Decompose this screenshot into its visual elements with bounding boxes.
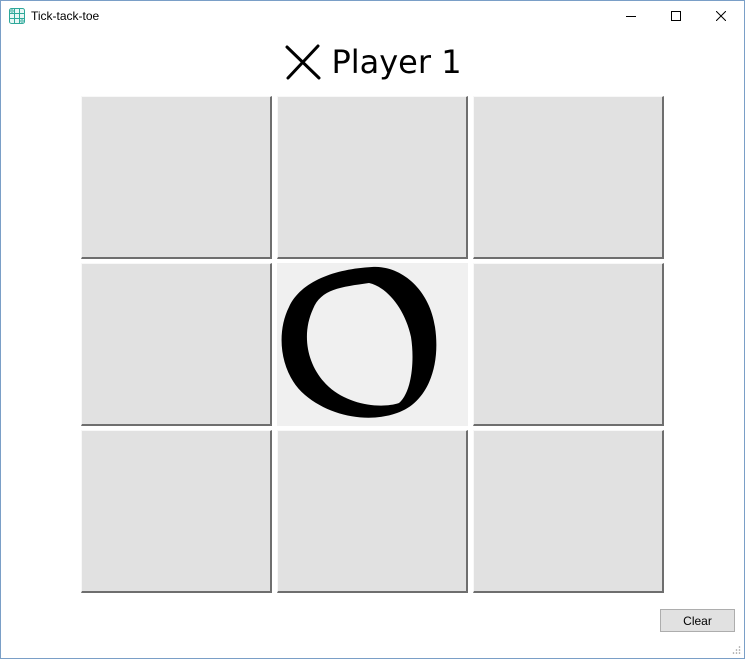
close-icon (716, 11, 726, 21)
board-cell-r3c3[interactable] (473, 430, 664, 593)
x-mark-icon (285, 44, 321, 80)
board-cell-r1c2[interactable] (277, 96, 468, 259)
board-cell-r2c3[interactable] (473, 263, 664, 426)
resize-grip-icon[interactable] (731, 645, 741, 655)
board-cell-r3c1[interactable] (81, 430, 272, 593)
maximize-icon (671, 11, 681, 21)
minimize-button[interactable] (608, 1, 654, 31)
grid-app-icon (9, 8, 25, 24)
clear-button[interactable]: Clear (660, 609, 735, 632)
board-cell-r1c1[interactable] (81, 96, 272, 259)
board-cell-r2c2[interactable] (277, 263, 468, 426)
close-button[interactable] (698, 1, 744, 31)
board-cell-r1c3[interactable] (473, 96, 664, 259)
window-title: Tick-tack-toe (31, 9, 100, 23)
current-player-label: Player 1 (331, 43, 462, 81)
title-bar[interactable]: Tick-tack-toe (1, 1, 744, 31)
board-cell-r3c2[interactable] (277, 430, 468, 593)
game-window: Tick-tack-toe Player 1 Clear (0, 0, 745, 659)
turn-indicator: Player 1 (1, 39, 744, 85)
board-cell-r2c1[interactable] (81, 263, 272, 426)
minimize-icon (626, 16, 636, 17)
o-mark-icon (281, 266, 437, 418)
maximize-button[interactable] (653, 1, 699, 31)
